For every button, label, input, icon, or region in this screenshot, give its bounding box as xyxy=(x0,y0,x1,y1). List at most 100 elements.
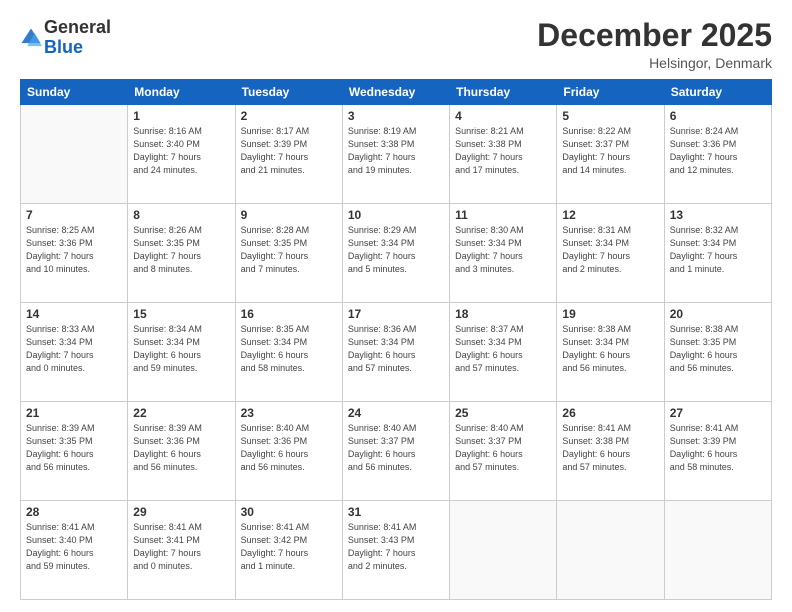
calendar-page: General Blue December 2025 Helsingor, De… xyxy=(0,0,792,612)
table-row: 3 Sunrise: 8:19 AM Sunset: 3:38 PM Daylig… xyxy=(342,105,449,204)
header: General Blue December 2025 Helsingor, De… xyxy=(20,18,772,71)
calendar-week-row: 1Sunrise: 8:16 AM Sunset: 3:40 PM Daylig… xyxy=(21,105,772,204)
table-row: 23Sunrise: 8:40 AM Sunset: 3:36 PM Dayli… xyxy=(235,402,342,501)
day-number: 2 xyxy=(241,109,337,123)
table-row: 4Sunrise: 8:21 AM Sunset: 3:38 PM Daylig… xyxy=(450,105,557,204)
calendar-week-row: 7 Sunrise: 8:25 AM Sunset: 3:36 PM Daylig… xyxy=(21,204,772,303)
day-number: 30 xyxy=(241,505,337,519)
table-row: 20Sunrise: 8:38 AM Sunset: 3:35 PM Dayli… xyxy=(664,303,771,402)
col-friday: Friday xyxy=(557,80,664,105)
day-number: 11 xyxy=(455,208,551,222)
logo-blue-text: Blue xyxy=(44,37,83,57)
table-row: 22Sunrise: 8:39 AM Sunset: 3:36 PM Dayli… xyxy=(128,402,235,501)
day-info: Sunrise: 8:32 AM Sunset: 3:34 PM Dayligh… xyxy=(670,224,766,276)
day-number: 12 xyxy=(562,208,658,222)
day-info: Sunrise: 8:41 AM Sunset: 3:41 PM Dayligh… xyxy=(133,521,229,573)
col-monday: Monday xyxy=(128,80,235,105)
month-title: December 2025 xyxy=(537,18,772,53)
day-number: 8 xyxy=(133,208,229,222)
logo-general-text: General xyxy=(44,17,111,37)
day-info: Sunrise: 8:41 AM Sunset: 3:40 PM Dayligh… xyxy=(26,521,122,573)
location: Helsingor, Denmark xyxy=(537,55,772,71)
table-row: 5 Sunrise: 8:22 AM Sunset: 3:37 PM Daylig… xyxy=(557,105,664,204)
col-thursday: Thursday xyxy=(450,80,557,105)
day-info: Sunrise: 8:37 AM Sunset: 3:34 PM Dayligh… xyxy=(455,323,551,375)
table-row: 16 Sunrise: 8:35 AM Sunset: 3:34 PM Dayli… xyxy=(235,303,342,402)
day-number: 17 xyxy=(348,307,444,321)
day-info: Sunrise: 8:34 AM Sunset: 3:34 PM Dayligh… xyxy=(133,323,229,375)
day-info: Sunrise: 8:33 AM Sunset: 3:34 PM Dayligh… xyxy=(26,323,122,375)
table-row: 17 Sunrise: 8:36 AM Sunset: 3:34 PM Dayli… xyxy=(342,303,449,402)
day-number: 26 xyxy=(562,406,658,420)
day-number: 21 xyxy=(26,406,122,420)
day-info: Sunrise: 8:38 AM Sunset: 3:34 PM Dayligh… xyxy=(562,323,658,375)
day-number: 10 xyxy=(348,208,444,222)
table-row: 14 Sunrise: 8:33 AM Sunset: 3:34 PM Dayli… xyxy=(21,303,128,402)
day-number: 5 xyxy=(562,109,658,123)
table-row: 6 Sunrise: 8:24 AM Sunset: 3:36 PM Daylig… xyxy=(664,105,771,204)
table-row: 12 Sunrise: 8:31 AM Sunset: 3:34 PM Dayli… xyxy=(557,204,664,303)
table-row: 2 Sunrise: 8:17 AM Sunset: 3:39 PM Daylig… xyxy=(235,105,342,204)
day-info: Sunrise: 8:41 AM Sunset: 3:39 PM Dayligh… xyxy=(670,422,766,474)
table-row: 25 Sunrise: 8:40 AM Sunset: 3:37 PM Dayli… xyxy=(450,402,557,501)
day-info: Sunrise: 8:36 AM Sunset: 3:34 PM Dayligh… xyxy=(348,323,444,375)
day-number: 14 xyxy=(26,307,122,321)
day-number: 31 xyxy=(348,505,444,519)
col-wednesday: Wednesday xyxy=(342,80,449,105)
table-row xyxy=(450,501,557,600)
day-info: Sunrise: 8:41 AM Sunset: 3:38 PM Dayligh… xyxy=(562,422,658,474)
weekday-header-row: Sunday Monday Tuesday Wednesday Thursday… xyxy=(21,80,772,105)
day-info: Sunrise: 8:26 AM Sunset: 3:35 PM Dayligh… xyxy=(133,224,229,276)
table-row: 8 Sunrise: 8:26 AM Sunset: 3:35 PM Daylig… xyxy=(128,204,235,303)
day-info: Sunrise: 8:41 AM Sunset: 3:43 PM Dayligh… xyxy=(348,521,444,573)
day-number: 6 xyxy=(670,109,766,123)
day-info: Sunrise: 8:30 AM Sunset: 3:34 PM Dayligh… xyxy=(455,224,551,276)
title-block: December 2025 Helsingor, Denmark xyxy=(537,18,772,71)
table-row: 9Sunrise: 8:28 AM Sunset: 3:35 PM Daylig… xyxy=(235,204,342,303)
day-info: Sunrise: 8:25 AM Sunset: 3:36 PM Dayligh… xyxy=(26,224,122,276)
day-number: 1 xyxy=(133,109,229,123)
table-row: 31 Sunrise: 8:41 AM Sunset: 3:43 PM Dayli… xyxy=(342,501,449,600)
day-info: Sunrise: 8:31 AM Sunset: 3:34 PM Dayligh… xyxy=(562,224,658,276)
table-row: 15 Sunrise: 8:34 AM Sunset: 3:34 PM Dayli… xyxy=(128,303,235,402)
day-number: 27 xyxy=(670,406,766,420)
table-row: 28 Sunrise: 8:41 AM Sunset: 3:40 PM Dayli… xyxy=(21,501,128,600)
table-row xyxy=(557,501,664,600)
day-info: Sunrise: 8:39 AM Sunset: 3:35 PM Dayligh… xyxy=(26,422,122,474)
day-info: Sunrise: 8:29 AM Sunset: 3:34 PM Dayligh… xyxy=(348,224,444,276)
table-row: 1Sunrise: 8:16 AM Sunset: 3:40 PM Daylig… xyxy=(128,105,235,204)
day-info: Sunrise: 8:24 AM Sunset: 3:36 PM Dayligh… xyxy=(670,125,766,177)
day-info: Sunrise: 8:41 AM Sunset: 3:42 PM Dayligh… xyxy=(241,521,337,573)
table-row xyxy=(664,501,771,600)
day-info: Sunrise: 8:17 AM Sunset: 3:39 PM Dayligh… xyxy=(241,125,337,177)
calendar-week-row: 14 Sunrise: 8:33 AM Sunset: 3:34 PM Dayli… xyxy=(21,303,772,402)
day-number: 28 xyxy=(26,505,122,519)
day-number: 9 xyxy=(241,208,337,222)
day-number: 24 xyxy=(348,406,444,420)
day-number: 3 xyxy=(348,109,444,123)
day-info: Sunrise: 8:40 AM Sunset: 3:36 PM Dayligh… xyxy=(241,422,337,474)
logo: General Blue xyxy=(20,18,111,58)
day-number: 13 xyxy=(670,208,766,222)
day-info: Sunrise: 8:35 AM Sunset: 3:34 PM Dayligh… xyxy=(241,323,337,375)
day-info: Sunrise: 8:40 AM Sunset: 3:37 PM Dayligh… xyxy=(455,422,551,474)
day-number: 19 xyxy=(562,307,658,321)
day-number: 16 xyxy=(241,307,337,321)
col-sunday: Sunday xyxy=(21,80,128,105)
day-info: Sunrise: 8:21 AM Sunset: 3:38 PM Dayligh… xyxy=(455,125,551,177)
table-row: 18 Sunrise: 8:37 AM Sunset: 3:34 PM Dayli… xyxy=(450,303,557,402)
day-info: Sunrise: 8:40 AM Sunset: 3:37 PM Dayligh… xyxy=(348,422,444,474)
day-number: 29 xyxy=(133,505,229,519)
day-info: Sunrise: 8:22 AM Sunset: 3:37 PM Dayligh… xyxy=(562,125,658,177)
day-info: Sunrise: 8:38 AM Sunset: 3:35 PM Dayligh… xyxy=(670,323,766,375)
logo-icon xyxy=(20,27,42,49)
table-row: 29 Sunrise: 8:41 AM Sunset: 3:41 PM Dayli… xyxy=(128,501,235,600)
table-row: 27 Sunrise: 8:41 AM Sunset: 3:39 PM Dayli… xyxy=(664,402,771,501)
calendar-week-row: 21 Sunrise: 8:39 AM Sunset: 3:35 PM Dayli… xyxy=(21,402,772,501)
calendar-week-row: 28 Sunrise: 8:41 AM Sunset: 3:40 PM Dayli… xyxy=(21,501,772,600)
day-number: 25 xyxy=(455,406,551,420)
day-number: 18 xyxy=(455,307,551,321)
day-info: Sunrise: 8:19 AM Sunset: 3:38 PM Dayligh… xyxy=(348,125,444,177)
day-number: 15 xyxy=(133,307,229,321)
day-number: 7 xyxy=(26,208,122,222)
